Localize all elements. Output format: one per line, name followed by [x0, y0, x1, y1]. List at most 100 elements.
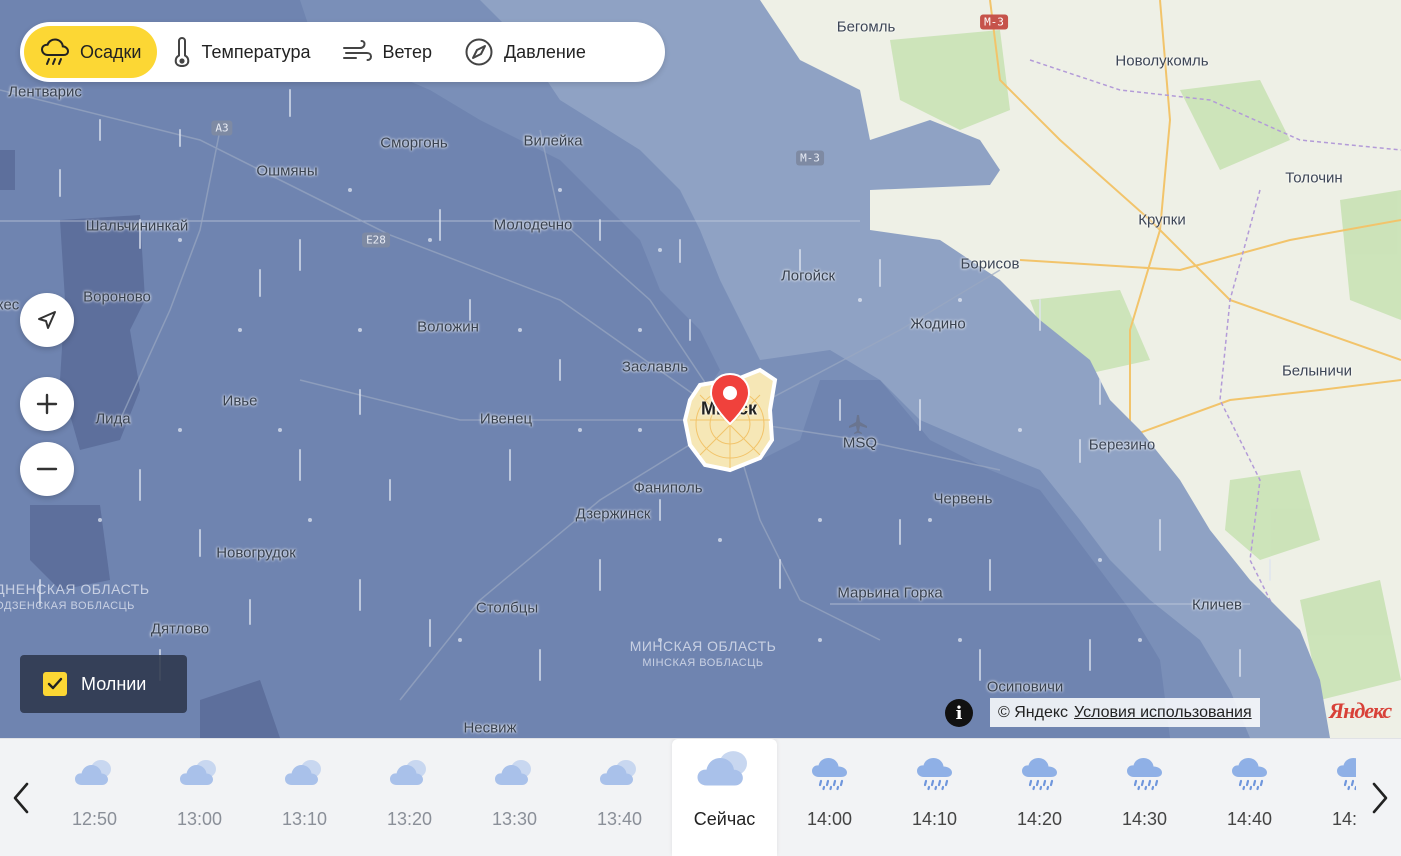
- slot-time-label: 14:00: [806, 809, 853, 829]
- cloud-icon: [599, 760, 636, 785]
- city-label-voronovo: Вороново: [83, 288, 151, 306]
- map-attribution: © Яндекс Условия использования: [990, 698, 1260, 727]
- rain-cloud-icon: [1231, 758, 1267, 791]
- city-label-begoml: Бегомль: [836, 18, 896, 36]
- zoom-in-button[interactable]: [20, 377, 74, 431]
- slot-weather-icon: [494, 757, 536, 794]
- city-label-stolbtsy: Столбцы: [475, 599, 539, 617]
- slot-time-label: 13:40: [596, 809, 643, 829]
- lightning-label: Молнии: [81, 673, 147, 694]
- slot-weather-icon: [696, 747, 754, 796]
- timeline-slot[interactable]: 13:30: [462, 739, 567, 856]
- slot-time-label: 14:30: [1121, 809, 1168, 829]
- slot-time-label: 14:20: [1016, 809, 1063, 829]
- layer-precipitation-button[interactable]: Осадки: [24, 26, 158, 78]
- city-label-marina-gorka: Марьина Горка: [837, 584, 943, 602]
- city-label-novogrudok: Новогрудок: [216, 544, 296, 562]
- cloud-icon: [74, 760, 111, 785]
- city-label-logoysk: Логойск: [780, 267, 836, 285]
- timeline-prev-button[interactable]: [0, 739, 42, 856]
- city-label-dyatlovo: Дятлово: [150, 620, 210, 638]
- timeline-next-button[interactable]: [1359, 739, 1401, 856]
- city-label-zaslavl: Заславль: [621, 358, 689, 376]
- slot-time-label: 12:50: [71, 809, 118, 829]
- slot-weather-icon: [811, 757, 849, 796]
- yandex-logo: Яндекс: [1329, 698, 1392, 723]
- city-label-molodechno: Молодечно: [493, 216, 573, 234]
- city-label-osipovichi: Осиповичи: [986, 678, 1064, 696]
- timeline-slot[interactable]: 12:50: [42, 739, 147, 856]
- checkbox-checked-icon[interactable]: [43, 672, 67, 696]
- rain-cloud-icon: [1021, 758, 1057, 791]
- timeline-slot[interactable]: 14:40: [1197, 739, 1302, 856]
- city-label-tolochin: Толочин: [1285, 169, 1343, 187]
- info-icon[interactable]: i: [945, 699, 973, 727]
- slot-weather-icon: [389, 757, 431, 794]
- city-label-ivye: Ивье: [222, 392, 258, 410]
- city-label-novolukoml: Новолукомль: [1115, 52, 1209, 70]
- slot-time-label: 13:30: [491, 809, 538, 829]
- slot-weather-icon: [284, 757, 326, 794]
- layer-wind-button[interactable]: Ветер: [326, 26, 447, 78]
- rain-cloud-icon: [811, 758, 847, 791]
- rain-cloud-icon: [1336, 758, 1356, 791]
- terms-of-use-link[interactable]: Условия использования: [1074, 704, 1252, 722]
- slot-weather-icon: [1126, 757, 1164, 796]
- city-label-borisov: Борисов: [960, 255, 1020, 273]
- slot-time-label: 13:20: [386, 809, 433, 829]
- road-shield-m3: M-3: [796, 150, 824, 166]
- cloud-icon: [179, 760, 216, 785]
- city-label-berezino: Березино: [1088, 436, 1156, 454]
- wind-icon: [343, 40, 373, 61]
- lightning-toggle[interactable]: Молнии: [20, 655, 187, 713]
- region-name-ru: Гродненская область: [0, 581, 150, 597]
- slot-weather-icon: [916, 757, 954, 796]
- timeline-slot[interactable]: 14:30: [1092, 739, 1197, 856]
- city-label-shalchininkai: Шальчининкай: [85, 217, 189, 235]
- location-pin-icon[interactable]: [708, 372, 752, 428]
- city-label-vileyka: Вилейка: [523, 132, 583, 150]
- timeline-slot[interactable]: 13:20: [357, 739, 462, 856]
- city-label-cherven: Червень: [933, 490, 993, 508]
- timeline-slot[interactable]: 13:40: [567, 739, 672, 856]
- copyright-text: © Яндекс: [998, 703, 1069, 721]
- city-label-nesvizh: Несвиж: [463, 719, 517, 737]
- timeline-slot[interactable]: 13:00: [147, 739, 252, 856]
- layer-temperature-button[interactable]: Температура: [157, 26, 326, 78]
- region-label-grodno: Гродненская область Гродзенская вобласць: [0, 582, 150, 614]
- city-label-klichev: Кличев: [1192, 596, 1242, 614]
- city-label-ivenets: Ивенец: [479, 410, 533, 428]
- timeline-slot-now[interactable]: Сейчас: [672, 739, 777, 856]
- road-shield-m3: M-3: [980, 14, 1008, 30]
- locate-button[interactable]: [20, 293, 74, 347]
- city-label-partial: кес: [0, 296, 20, 314]
- map-base: [0, 0, 1401, 738]
- rain-cloud-icon: [1126, 758, 1162, 791]
- city-label-oshmyany: Ошмяны: [256, 162, 318, 180]
- layer-switcher: Осадки Температура Ветер Давление: [20, 22, 665, 82]
- city-label-volozhin: Воложин: [417, 318, 479, 336]
- city-label-lida: Лида: [95, 410, 131, 428]
- slot-time-label: 13:00: [176, 809, 223, 829]
- zoom-out-button[interactable]: [20, 442, 74, 496]
- layer-label: Осадки: [80, 41, 142, 62]
- slot-time-label: 14:40: [1226, 809, 1273, 829]
- timeline-slot[interactable]: 14:20: [987, 739, 1092, 856]
- timeline-slot[interactable]: 14:00: [777, 739, 882, 856]
- slot-time-label: 14:50: [1331, 809, 1356, 829]
- slot-time-label: Сейчас: [693, 809, 756, 829]
- rain-cloud-icon: [40, 38, 70, 65]
- timeline-slot[interactable]: 13:10: [252, 739, 357, 856]
- timeline-slot[interactable]: 14:10: [882, 739, 987, 856]
- timeline-slot[interactable]: 14:50: [1302, 739, 1356, 856]
- weather-map[interactable]: Бегомль Новолукомль Лентварис Сморгонь В…: [0, 0, 1401, 738]
- airport-label-msq: MSQ: [842, 434, 878, 452]
- slot-weather-icon: [1021, 757, 1059, 796]
- slot-time-label: 14:10: [911, 809, 958, 829]
- road-shield-a3: A3: [211, 120, 233, 136]
- city-label-lentvaris: Лентварис: [8, 83, 82, 101]
- slot-weather-icon: [1231, 757, 1269, 796]
- chevron-left-icon: [13, 782, 29, 813]
- layer-pressure-button[interactable]: Давление: [448, 26, 602, 78]
- layer-label: Ветер: [382, 41, 432, 62]
